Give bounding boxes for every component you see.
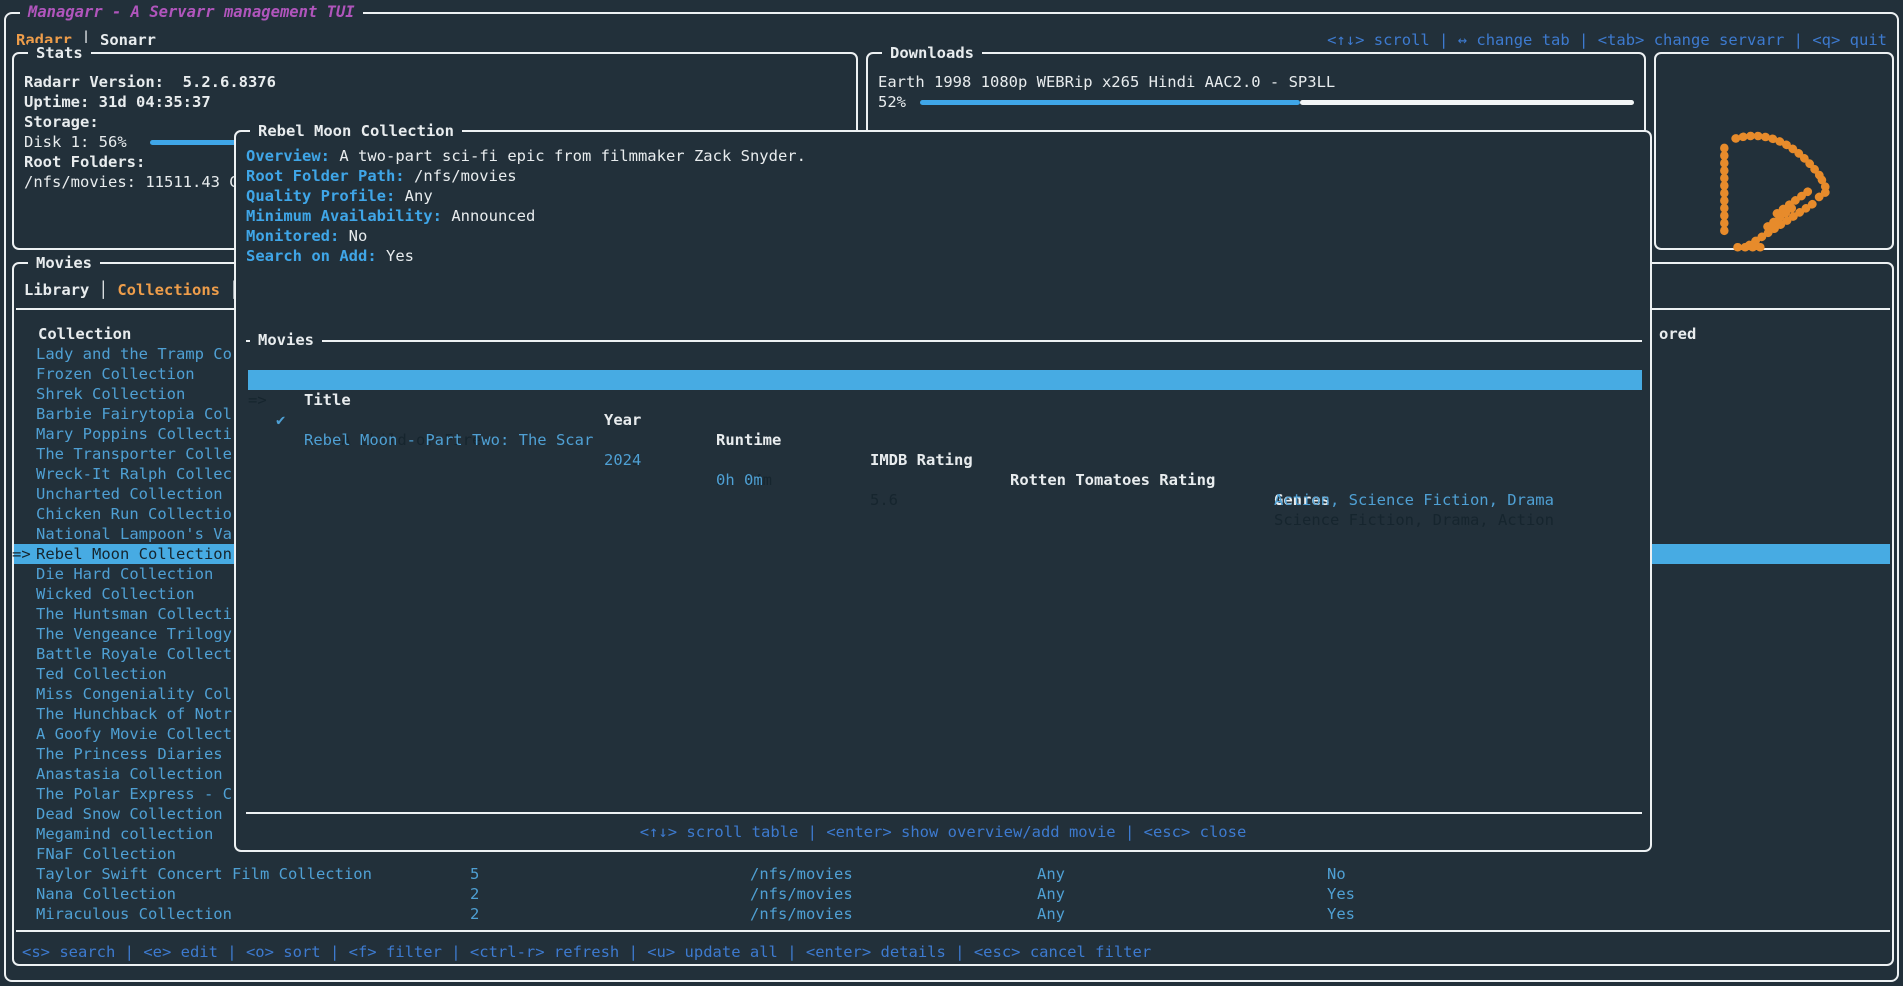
movies-section-title: Movies (250, 330, 322, 350)
collection-name: Ted Collection (36, 664, 167, 684)
collection-monitored: Yes (1327, 884, 1355, 904)
root-folder-size: /nfs/movies: 11511.43 GB (24, 172, 248, 192)
collection-root-folder: /nfs/movies (750, 864, 853, 884)
stats-panel-title: Stats (28, 43, 91, 63)
disk-usage: Disk 1: 56% (24, 132, 127, 152)
movies-panel-title: Movies (28, 253, 100, 273)
monitored-column-header-fragment: ored (1659, 324, 1696, 344)
collection-details-modal: Rebel Moon Collection Overview: A two-pa… (234, 130, 1652, 852)
field-minimum-availability: Minimum Availability: Announced (246, 206, 535, 226)
logo-panel (1654, 52, 1894, 250)
collection-name: Nana Collection (36, 884, 176, 904)
col-year: Year (604, 410, 641, 430)
download-progress-remainder (1300, 100, 1634, 105)
collection-name: The Princess Diaries (36, 744, 223, 764)
movies-section-line (246, 340, 1642, 342)
collection-root-folder: /nfs/movies (750, 884, 853, 904)
collection-movie-count: 2 (470, 904, 479, 924)
uptime: Uptime: 31d 04:35:37 (24, 92, 211, 112)
movie-genres: Science Fiction, Drama, Action (1274, 510, 1554, 530)
collection-name: Rebel Moon Collection (36, 544, 232, 564)
collection-name: Wicked Collection (36, 584, 195, 604)
movies-table-header: ✔ Title Year Runtime IMDB Rating Rotten … (248, 350, 1642, 370)
movie-runtime: 0h 0m (716, 470, 763, 490)
collection-name: Lady and the Tramp Co (36, 344, 232, 364)
tab-library[interactable]: Library (24, 281, 89, 299)
movies-help-bar: <s> search | <e> edit | <o> sort | <f> f… (22, 942, 1151, 962)
download-progress-filled (920, 100, 1300, 105)
collection-row[interactable]: Taylor Swift Concert Film Collection 5/nf… (14, 864, 1890, 884)
collection-name: Taylor Swift Concert Film Collection (36, 864, 372, 884)
top-help-bar: <↑↓> scroll | ↔ change tab | <tab> chang… (1327, 30, 1887, 50)
collection-quality: Any (1037, 904, 1065, 924)
collection-name: Megamind collection (36, 824, 213, 844)
downloads-panel-title: Downloads (882, 43, 982, 63)
collection-name: Miss Congeniality Col (36, 684, 232, 704)
col-imdb: IMDB Rating (870, 450, 973, 470)
radarr-logo-icon (1656, 94, 1892, 288)
collection-name: The Vengeance Trilogy (36, 624, 232, 644)
collection-name: Frozen Collection (36, 364, 195, 384)
modal-footer-separator (246, 812, 1642, 814)
field-root-folder: Root Folder Path: /nfs/movies (246, 166, 517, 186)
field-monitored: Monitored: No (246, 226, 367, 246)
field-overview: Overview: A two-part sci-fi epic from fi… (246, 146, 806, 166)
storage-label: Storage: (24, 112, 99, 132)
radarr-version: Radarr Version: 5.2.6.8376 (24, 72, 276, 92)
movie-row[interactable]: ✔ Rebel Moon - Part Two: The Scar 2024 0… (248, 390, 1642, 410)
selected-arrow: => (12, 544, 31, 564)
collection-movie-count: 2 (470, 884, 479, 904)
collection-row[interactable]: Nana Collection 2/nfs/movies Any Yes (14, 884, 1890, 904)
collection-name: FNaF Collection (36, 844, 176, 864)
collection-monitored: Yes (1327, 904, 1355, 924)
col-runtime: Runtime (716, 430, 781, 450)
modal-help-bar: <↑↓> scroll table | <enter> show overvie… (236, 822, 1650, 842)
collection-name: Anastasia Collection (36, 764, 223, 784)
collection-name: The Polar Express - C (36, 784, 232, 804)
collection-root-folder: /nfs/movies (750, 904, 853, 924)
collection-name: The Huntsman Collecti (36, 604, 232, 624)
collection-name: Mary Poppins Collecti (36, 424, 232, 444)
collection-name: Shrek Collection (36, 384, 185, 404)
collection-name: Dead Snow Collection (36, 804, 223, 824)
download-item[interactable]: Earth 1998 1080p WEBRip x265 Hindi AAC2.… (878, 72, 1335, 92)
collection-name: Barbie Fairytopia Col (36, 404, 232, 424)
collection-name: A Goofy Movie Collect (36, 724, 232, 744)
movie-genres: Action, Science Fiction, Drama (1274, 490, 1554, 510)
field-quality-profile: Quality Profile: Any (246, 186, 433, 206)
app-title: Managarr - A Servarr management TUI (20, 2, 363, 22)
modal-title: Rebel Moon Collection (250, 121, 462, 141)
root-folders-label: Root Folders: (24, 152, 145, 172)
collection-quality: Any (1037, 864, 1065, 884)
collections-column-header: Collection (38, 324, 131, 344)
collection-name: Battle Royale Collect (36, 644, 232, 664)
movie-row[interactable]: => ✔ ne: A Child of Fire 2023 2h 14m 5.6… (248, 370, 1642, 390)
collection-name: Miraculous Collection (36, 904, 232, 924)
collection-name: Wreck-It Ralph Collec (36, 464, 232, 484)
movie-year: 2024 (604, 450, 641, 470)
movie-imdb: 5.6 (870, 490, 898, 510)
collection-name: The Transporter Colle (36, 444, 232, 464)
download-percent: 52% (878, 92, 906, 112)
collection-name: Uncharted Collection (36, 484, 223, 504)
managarr-app: { "colors":{ "background":"#22303A","bor… (0, 0, 1903, 986)
tab-collections[interactable]: Collections (117, 281, 220, 299)
collection-name: National Lampoon's Va (36, 524, 232, 544)
field-search-on-add: Search on Add: Yes (246, 246, 414, 266)
collection-name: Chicken Run Collectio (36, 504, 232, 524)
movies-tabs: Library │ Collections │ (24, 280, 239, 300)
monitored-check-icon: ✔ (276, 410, 285, 430)
collection-name: The Hunchback of Notr (36, 704, 232, 724)
collection-monitored: No (1327, 864, 1346, 884)
collection-quality: Any (1037, 884, 1065, 904)
movie-title: Rebel Moon - Part Two: The Scar (304, 430, 593, 450)
collection-movie-count: 5 (470, 864, 479, 884)
col-rotten-tomatoes: Rotten Tomatoes Rating (1010, 470, 1215, 490)
footer-separator (16, 930, 1890, 932)
collection-row[interactable]: Miraculous Collection 2/nfs/movies Any Yes (14, 904, 1890, 924)
collection-name: Die Hard Collection (36, 564, 213, 584)
tab-sonarr[interactable]: Sonarr (100, 31, 156, 49)
tab-separator: │ (89, 281, 117, 299)
